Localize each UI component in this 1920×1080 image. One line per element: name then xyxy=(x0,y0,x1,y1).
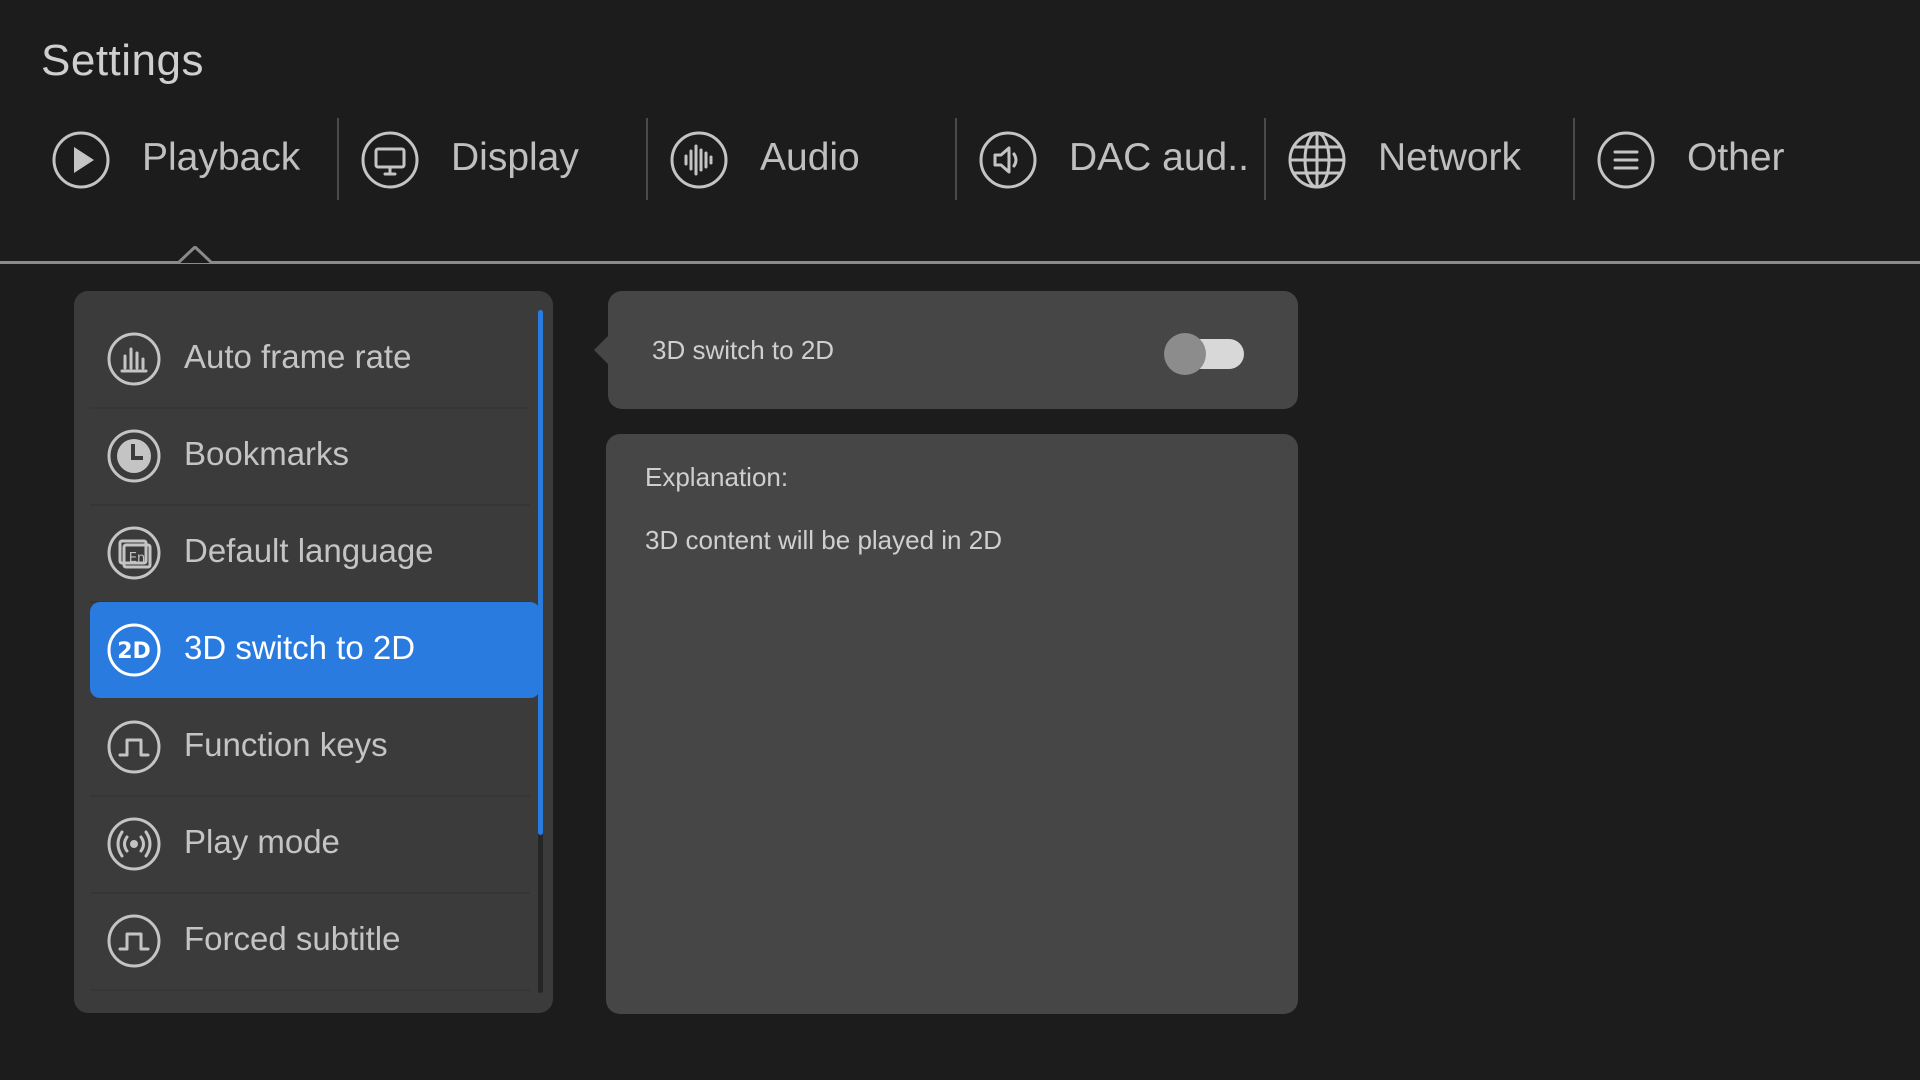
tab-other[interactable]: Other xyxy=(1575,118,1884,202)
menu-item-bookmarks[interactable]: Bookmarks xyxy=(90,408,540,506)
speaker-icon xyxy=(978,130,1038,190)
menu-item-label: Default language xyxy=(184,532,434,569)
tab-label: DAC aud.. xyxy=(1069,136,1249,179)
tab-display[interactable]: Display xyxy=(339,118,648,202)
selected-tab-caret xyxy=(178,246,212,264)
tab-bar: Playback Display Audio DAC aud.. Network… xyxy=(0,118,1920,202)
tab-label: Other xyxy=(1687,136,1785,179)
menu-scrollbar-thumb[interactable] xyxy=(538,310,543,835)
setting-card: 3D switch to 2D xyxy=(608,291,1298,409)
explanation-card: Explanation: 3D content will be played i… xyxy=(606,434,1298,1014)
language-icon-text: En xyxy=(129,551,145,566)
menu-item-label: Function keys xyxy=(184,726,388,763)
page-title: Settings xyxy=(41,36,204,85)
menu-item-play-mode[interactable]: Play mode xyxy=(90,796,540,894)
menu-item-3d-switch-to-2d[interactable]: 2D 3D switch to 2D xyxy=(90,602,540,698)
broadcast-icon xyxy=(106,816,162,872)
menu-lines-icon xyxy=(1596,130,1656,190)
2d-icon-text: 2D xyxy=(117,639,151,664)
menu-item-auto-frame-rate[interactable]: Auto frame rate xyxy=(90,311,540,409)
globe-icon xyxy=(1287,130,1347,190)
language-icon: En xyxy=(106,525,162,581)
menu-item-label: 3D switch to 2D xyxy=(184,629,416,666)
menu-item-label: Auto frame rate xyxy=(184,338,412,375)
settings-menu: Auto frame rate Bookmarks En Default lan… xyxy=(74,291,553,1013)
menu-item-label: Play mode xyxy=(184,823,340,860)
play-icon xyxy=(51,130,111,190)
audio-wave-icon xyxy=(669,130,729,190)
explanation-title: Explanation: xyxy=(645,462,789,492)
setting-pointer xyxy=(594,336,608,364)
menu-item-default-language[interactable]: En Default language xyxy=(90,505,540,603)
bar-chart-icon xyxy=(106,331,162,387)
pulse-key-icon xyxy=(106,719,162,775)
monitor-icon xyxy=(360,130,420,190)
divider xyxy=(90,989,530,991)
tab-dac-audio[interactable]: DAC aud.. xyxy=(957,118,1266,202)
menu-item-label: Bookmarks xyxy=(184,435,350,472)
tab-audio[interactable]: Audio xyxy=(648,118,957,202)
tab-label: Audio xyxy=(760,136,860,179)
2d-icon: 2D xyxy=(106,622,162,678)
pulse-key-icon xyxy=(106,913,162,969)
toggle-knob xyxy=(1164,333,1206,375)
explanation-text: 3D content will be played in 2D xyxy=(645,525,1002,555)
tab-network[interactable]: Network xyxy=(1266,118,1575,202)
3d-to-2d-toggle[interactable] xyxy=(1164,331,1250,375)
menu-item-function-keys[interactable]: Function keys xyxy=(90,699,540,797)
clock-icon xyxy=(106,428,162,484)
tab-label: Network xyxy=(1378,136,1522,179)
tab-playback[interactable]: Playback xyxy=(30,118,339,202)
setting-label: 3D switch to 2D xyxy=(652,335,835,365)
menu-item-label: Forced subtitle xyxy=(184,920,401,957)
tab-label: Playback xyxy=(142,136,301,179)
tab-label: Display xyxy=(451,136,579,179)
menu-item-forced-subtitle[interactable]: Forced subtitle xyxy=(90,893,540,991)
tab-underline xyxy=(0,261,1920,264)
